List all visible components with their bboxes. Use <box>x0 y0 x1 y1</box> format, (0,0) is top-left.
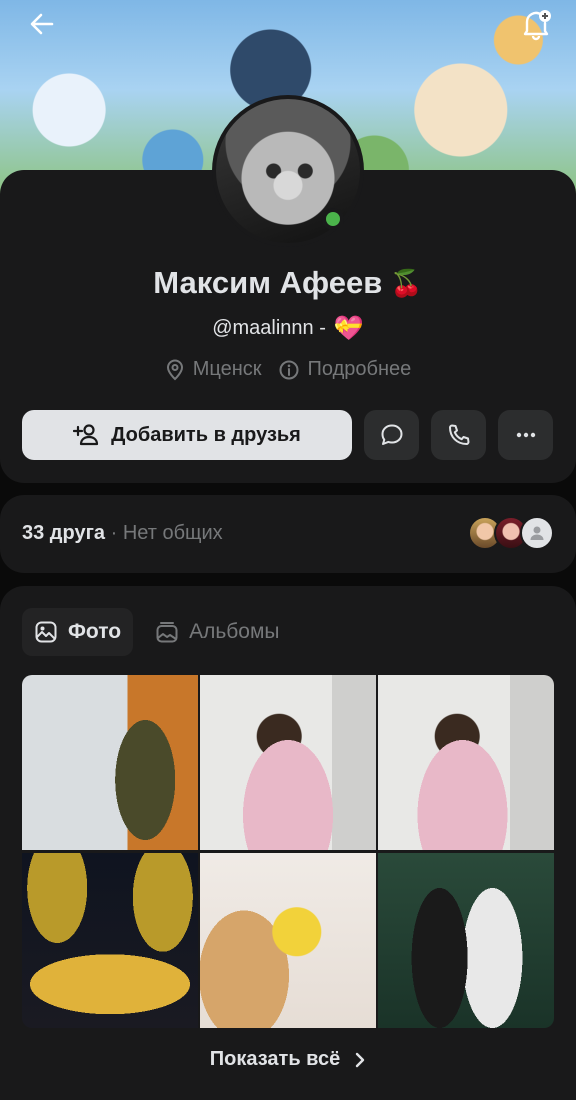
tab-photos-label: Фото <box>68 620 122 643</box>
chevron-right-icon <box>356 1052 365 1067</box>
city-label: Мценск <box>192 358 262 380</box>
notifications-button[interactable] <box>516 6 556 42</box>
more-dots-icon <box>516 432 535 438</box>
photo-thumbnail[interactable] <box>378 853 554 1028</box>
friend-avatars <box>468 516 554 550</box>
arrow-left-icon <box>30 13 54 35</box>
location-pin-icon <box>166 359 183 380</box>
show-all-label: Показать всё <box>209 1048 341 1070</box>
tab-albums-label: Альбомы <box>189 620 280 643</box>
profile-name-row: Максим Афеев 🍒 <box>0 265 576 301</box>
bell-plus-icon <box>523 10 551 41</box>
online-indicator <box>322 208 344 230</box>
message-button[interactable] <box>364 410 419 460</box>
friends-card[interactable]: 33 друга · Нет общих <box>0 495 576 573</box>
message-icon <box>381 424 402 445</box>
cherry-emoji: 🍒 <box>390 267 423 298</box>
photo-thumbnail[interactable] <box>22 675 198 850</box>
show-all-button[interactable]: Показать всё <box>0 1048 576 1071</box>
details-link[interactable]: Подробнее <box>278 358 412 381</box>
friends-summary: 33 друга · Нет общих <box>22 522 223 545</box>
details-label: Подробнее <box>307 358 412 380</box>
status-text: @maalinnn - <box>212 317 326 339</box>
tab-photos[interactable]: Фото <box>22 608 134 656</box>
info-icon <box>279 360 299 379</box>
photo-thumbnail[interactable] <box>378 675 554 850</box>
friends-count: 33 друга <box>22 522 106 544</box>
user-placeholder-icon <box>530 526 544 540</box>
heart-emoji: 💝 <box>333 315 364 342</box>
mutual-friends: Нет общих <box>122 522 223 544</box>
photo-thumbnail[interactable] <box>22 853 198 1028</box>
albums-icon <box>156 622 178 643</box>
more-button[interactable] <box>498 410 553 460</box>
call-button[interactable] <box>431 410 486 460</box>
profile-actions: Добавить в друзья <box>22 410 553 460</box>
photos-card: Фото Альбомы Показать всё <box>0 586 576 1100</box>
add-friend-button[interactable]: Добавить в друзья <box>22 410 352 460</box>
friend-avatar <box>520 516 554 550</box>
photo-thumbnail[interactable] <box>200 853 376 1028</box>
image-icon <box>35 621 57 643</box>
profile-meta: Мценск Подробнее <box>0 358 576 381</box>
photo-thumbnail[interactable] <box>200 675 376 850</box>
add-user-icon <box>73 424 99 446</box>
photo-grid <box>22 675 554 1028</box>
profile-name: Максим Афеев <box>153 265 383 300</box>
tab-albums[interactable]: Альбомы <box>143 608 291 656</box>
city-info: Мценск <box>165 358 262 381</box>
friends-separator: · <box>110 522 118 544</box>
phone-icon <box>448 424 469 445</box>
back-button[interactable] <box>22 6 62 42</box>
add-friend-label: Добавить в друзья <box>111 423 301 446</box>
profile-status: @maalinnn - 💝 <box>0 314 576 343</box>
photo-tabs: Фото Альбомы <box>22 608 292 656</box>
